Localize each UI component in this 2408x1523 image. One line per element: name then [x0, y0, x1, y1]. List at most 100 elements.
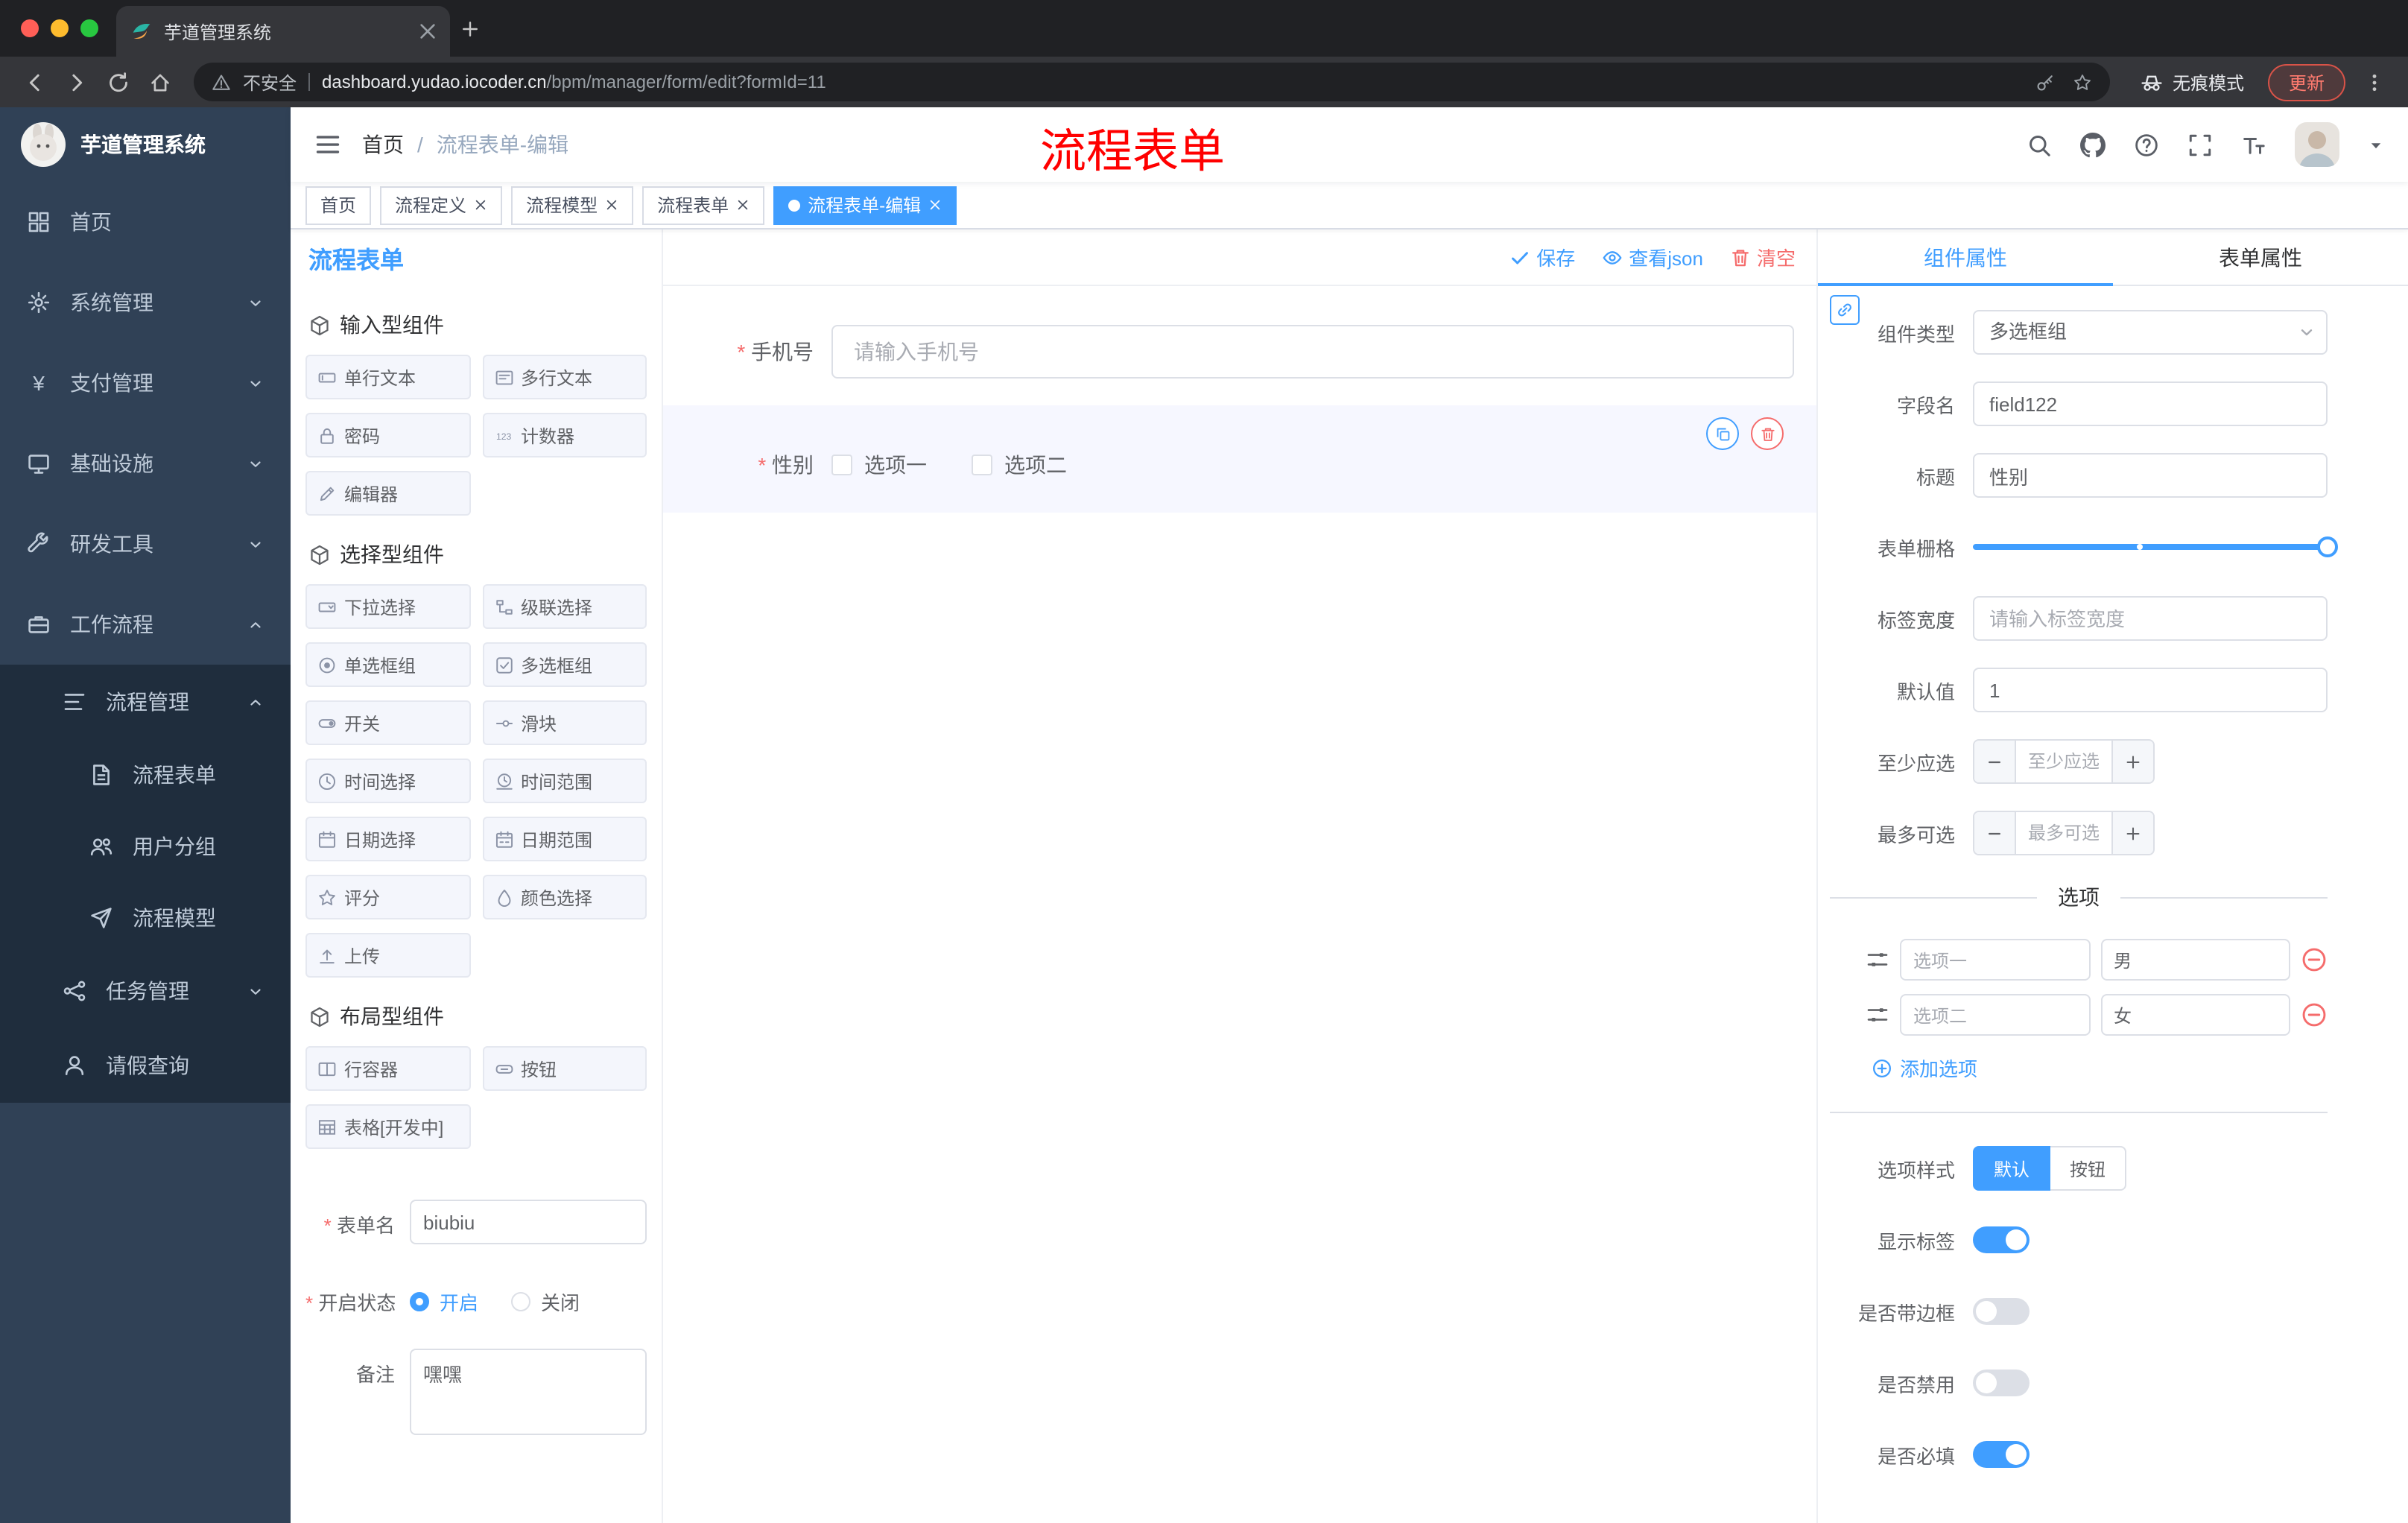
tag-process-definition[interactable]: 流程定义: [380, 186, 503, 224]
breadcrumb-home[interactable]: 首页: [362, 130, 404, 159]
option-style-button-button[interactable]: 按钮: [2050, 1146, 2127, 1191]
new-tab-button[interactable]: [450, 9, 489, 48]
increase-button[interactable]: [2111, 741, 2153, 782]
decrease-button[interactable]: [1974, 741, 2016, 782]
tag-process-form[interactable]: 流程表单: [642, 186, 765, 224]
delete-component-button[interactable]: [1751, 417, 1784, 450]
close-icon[interactable]: [928, 198, 942, 212]
fullscreen-icon[interactable]: [2187, 132, 2213, 157]
option-1-value-input[interactable]: [2100, 939, 2290, 981]
option-1-label-input[interactable]: [1900, 939, 2090, 981]
selected-gender-component[interactable]: 性别 选项一 选项二: [663, 405, 1816, 513]
form-remark-textarea[interactable]: 嘿嘿: [410, 1349, 647, 1435]
github-icon[interactable]: [2080, 132, 2106, 157]
tag-home[interactable]: 首页: [305, 186, 372, 224]
add-option-button[interactable]: 添加选项: [1872, 1054, 2328, 1082]
clear-button[interactable]: 清空: [1730, 243, 1796, 271]
status-off-radio[interactable]: 关闭: [511, 1288, 580, 1316]
sidebar-item-devtools[interactable]: 研发工具: [0, 504, 291, 584]
tag-process-model[interactable]: 流程模型: [511, 186, 634, 224]
sidebar-item-process-form[interactable]: 流程表单: [0, 739, 291, 811]
drag-handle-icon[interactable]: [1866, 1003, 1889, 1027]
palette-component[interactable]: 时间选择: [305, 759, 470, 803]
sidebar-item-task-mgmt[interactable]: 任务管理: [0, 954, 291, 1028]
border-switch[interactable]: [1973, 1298, 2030, 1325]
component-type-select[interactable]: 多选框组: [1973, 310, 2328, 355]
sidebar-item-leave-query[interactable]: 请假查询: [0, 1028, 291, 1103]
palette-component[interactable]: 级联选择: [482, 584, 647, 629]
password-key-icon[interactable]: [2035, 72, 2055, 92]
slider-handle[interactable]: [2317, 536, 2338, 557]
max-select-input[interactable]: [2016, 812, 2111, 854]
address-bar[interactable]: 不安全 dashboard.yudao.iocoder.cn/bpm/manag…: [194, 63, 2110, 101]
tab-close-icon[interactable]: [417, 21, 438, 42]
remove-option-icon[interactable]: [2301, 1001, 2328, 1028]
tab-component-props[interactable]: 组件属性: [1818, 229, 2113, 286]
checkbox-option-1[interactable]: 选项一: [831, 450, 927, 480]
window-minimize-button[interactable]: [51, 19, 69, 37]
help-icon[interactable]: [2134, 132, 2159, 157]
font-size-icon[interactable]: [2241, 132, 2266, 157]
palette-component[interactable]: 日期选择: [305, 817, 470, 861]
drag-handle-icon[interactable]: [1866, 948, 1889, 972]
sidebar-item-infra[interactable]: 基础设施: [0, 423, 291, 504]
palette-component[interactable]: 滑块: [482, 700, 647, 745]
show-label-switch[interactable]: [1973, 1226, 2030, 1253]
min-select-input[interactable]: [2016, 741, 2111, 782]
palette-component[interactable]: 计数器: [482, 413, 647, 457]
option-2-label-input[interactable]: [1900, 994, 2090, 1036]
forward-button[interactable]: [57, 63, 95, 101]
save-button[interactable]: 保存: [1509, 243, 1575, 271]
update-button[interactable]: 更新: [2267, 63, 2345, 101]
required-switch[interactable]: [1973, 1441, 2030, 1468]
tag-process-form-edit[interactable]: 流程表单-编辑: [773, 186, 957, 224]
reload-button[interactable]: [98, 63, 137, 101]
search-icon[interactable]: [2027, 132, 2052, 157]
bookmark-star-icon[interactable]: [2073, 72, 2092, 92]
palette-component[interactable]: 行容器: [305, 1046, 470, 1091]
palette-component[interactable]: 单行文本: [305, 355, 470, 399]
increase-button[interactable]: [2111, 812, 2153, 854]
palette-component[interactable]: 时间范围: [482, 759, 647, 803]
form-name-input[interactable]: [410, 1200, 647, 1244]
user-avatar[interactable]: [2295, 122, 2339, 167]
link-anchor-icon[interactable]: [1830, 295, 1860, 325]
palette-component[interactable]: 单选框组: [305, 642, 470, 687]
browser-menu-button[interactable]: [2354, 63, 2393, 101]
palette-component[interactable]: 编辑器: [305, 471, 470, 516]
palette-component[interactable]: 日期范围: [482, 817, 647, 861]
option-2-value-input[interactable]: [2100, 994, 2290, 1036]
field-name-input[interactable]: [1973, 381, 2328, 426]
phone-input[interactable]: [831, 325, 1794, 379]
sidebar-item-payment[interactable]: ¥ 支付管理: [0, 343, 291, 423]
label-width-input[interactable]: [1973, 596, 2328, 641]
sidebar-item-process-model[interactable]: 流程模型: [0, 882, 291, 954]
disabled-switch[interactable]: [1973, 1370, 2030, 1396]
sidebar-item-system[interactable]: 系统管理: [0, 262, 291, 343]
palette-component[interactable]: 按钮: [482, 1046, 647, 1091]
decrease-button[interactable]: [1974, 812, 2016, 854]
palette-component[interactable]: 开关: [305, 700, 470, 745]
default-value-input[interactable]: [1973, 668, 2328, 712]
checkbox-option-2[interactable]: 选项二: [972, 450, 1067, 480]
home-button[interactable]: [140, 63, 179, 101]
hamburger-icon[interactable]: [314, 131, 341, 158]
remove-option-icon[interactable]: [2301, 946, 2328, 973]
tab-form-props[interactable]: 表单属性: [2113, 229, 2408, 285]
palette-component[interactable]: 表格[开发中]: [305, 1104, 470, 1149]
sidebar-item-user-group[interactable]: 用户分组: [0, 811, 291, 882]
grid-slider[interactable]: [1973, 536, 2338, 557]
palette-component[interactable]: 密码: [305, 413, 470, 457]
title-input[interactable]: [1973, 453, 2328, 498]
view-json-button[interactable]: 查看json: [1602, 243, 1703, 271]
app-logo[interactable]: 芋道管理系统: [0, 107, 291, 182]
palette-component[interactable]: 多选框组: [482, 642, 647, 687]
palette-component[interactable]: 颜色选择: [482, 875, 647, 919]
browser-tab[interactable]: 芋道管理系统: [116, 6, 450, 57]
palette-component[interactable]: 上传: [305, 933, 470, 978]
close-icon[interactable]: [474, 198, 487, 212]
copy-component-button[interactable]: [1706, 417, 1739, 450]
window-zoom-button[interactable]: [80, 19, 98, 37]
back-button[interactable]: [15, 63, 54, 101]
close-icon[interactable]: [736, 198, 750, 212]
